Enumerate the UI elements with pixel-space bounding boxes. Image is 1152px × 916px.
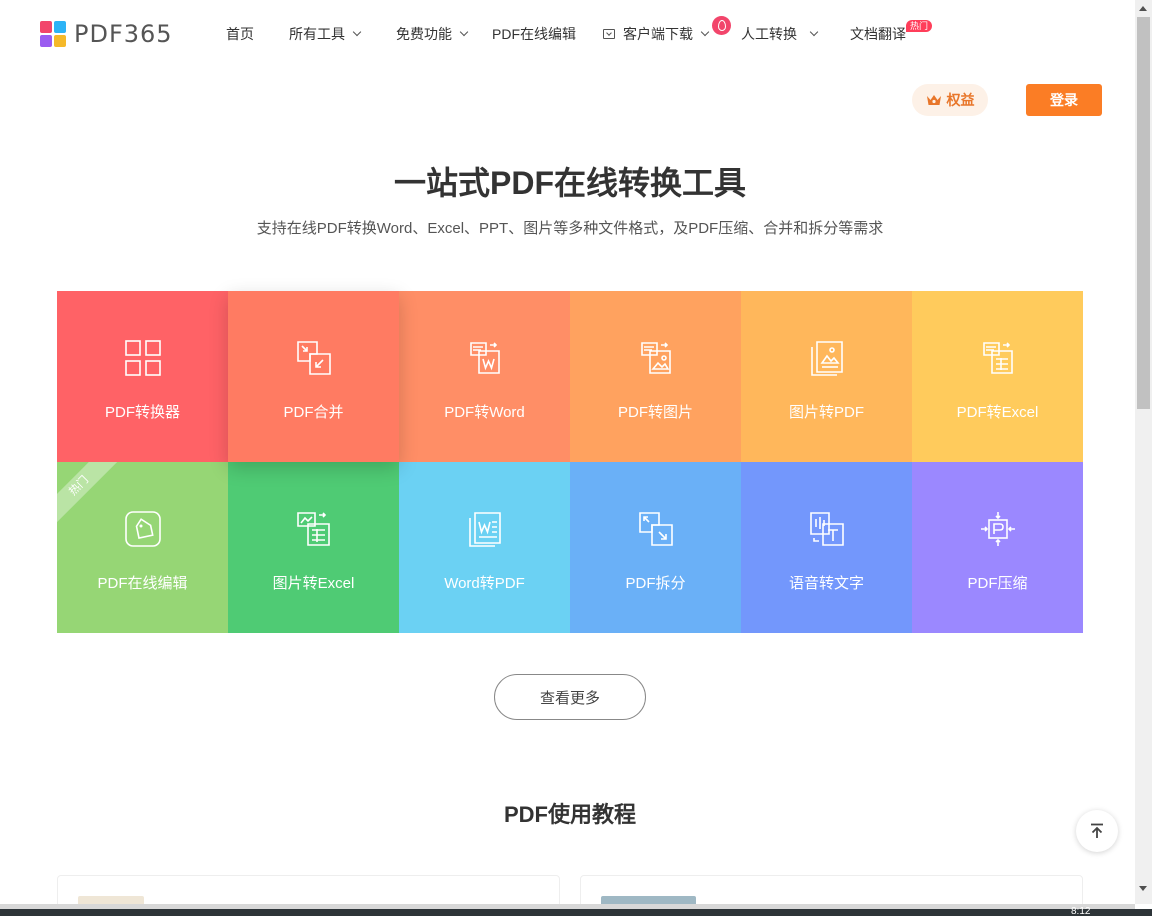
image-to-pdf-icon <box>808 339 846 377</box>
tool-label: 语音转文字 <box>788 575 864 592</box>
login-button[interactable]: 登录 <box>1026 84 1102 116</box>
tutorial-card-thumbnail <box>601 896 696 904</box>
tool-card[interactable]: PDF转Excel <box>912 291 1083 462</box>
tool-card[interactable]: PDF压缩 <box>912 462 1083 633</box>
tool-card[interactable]: PDF转图片 <box>570 291 741 462</box>
header: PDF365 首页 所有工具 免费功能 PDF在线编辑 客户端下载 人工转换 文… <box>0 0 1135 66</box>
nav-pdf-online-edit-label: PDF在线编辑 <box>492 26 576 42</box>
scroll-down-arrow-icon[interactable] <box>1139 886 1147 891</box>
arrow-up-icon <box>1091 823 1103 838</box>
pdf-to-image-icon <box>637 339 675 377</box>
tool-label: PDF拆分 <box>625 575 686 592</box>
tool-label: PDF转Excel <box>956 404 1039 421</box>
tool-label: PDF合并 <box>283 404 344 421</box>
tool-card[interactable]: PDF转Word <box>399 291 570 462</box>
merge-icon <box>295 339 333 377</box>
edit-icon <box>124 510 162 548</box>
nav-doc-translation-label: 文档翻译 <box>850 26 906 42</box>
main-nav: 首页 所有工具 免费功能 PDF在线编辑 客户端下载 人工转换 文档翻译 热门 <box>0 0 1135 66</box>
chevron-down-icon <box>352 27 362 37</box>
tool-label: PDF压缩 <box>967 575 1028 592</box>
tool-card[interactable]: 图片转PDF <box>741 291 912 462</box>
chevron-down-icon <box>809 27 819 37</box>
pdf-to-word-icon <box>466 339 504 377</box>
tool-card[interactable]: 图片转Excel <box>228 462 399 633</box>
back-to-top-button[interactable] <box>1076 810 1118 852</box>
rights-label: 权益 <box>946 92 975 108</box>
hot-ribbon: 热门 <box>57 462 122 529</box>
nav-free-features-label: 免费功能 <box>396 26 452 42</box>
image-to-excel-icon <box>295 510 333 548</box>
tutorial-card[interactable] <box>57 875 560 904</box>
tool-label: 图片转Excel <box>272 575 355 592</box>
taskbar-clock: 8:12 <box>1071 906 1091 916</box>
nav-client-download-label: 客户端下载 <box>623 26 693 42</box>
tool-card[interactable]: Word转PDF <box>399 462 570 633</box>
nav-all-tools[interactable]: 所有工具 <box>289 24 362 44</box>
split-icon <box>637 510 675 548</box>
tool-card[interactable]: PDF转换器 <box>57 291 228 462</box>
scrollbar-thumb[interactable] <box>1137 17 1150 409</box>
view-more-button[interactable]: 查看更多 <box>494 674 646 720</box>
taskbar <box>0 909 1152 916</box>
word-to-pdf-icon <box>466 510 504 548</box>
grid-icon <box>124 339 162 377</box>
tutorial-title: PDF使用教程 <box>503 802 636 827</box>
chevron-down-icon <box>700 27 710 37</box>
tool-label: 图片转PDF <box>788 404 864 421</box>
nav-manual-conversion[interactable]: 人工转换 <box>741 24 819 44</box>
tool-label: PDF转Word <box>444 404 525 421</box>
crown-icon <box>926 94 942 106</box>
nav-manual-conversion-label: 人工转换 <box>741 26 797 42</box>
chevron-down-icon <box>459 27 469 37</box>
nav-doc-translation[interactable]: 文档翻译 <box>850 24 906 44</box>
tutorial-card[interactable] <box>580 875 1083 904</box>
tutorial-card-thumbnail <box>78 896 144 904</box>
scroll-up-arrow-icon[interactable] <box>1139 6 1147 11</box>
nav-home-label: 首页 <box>226 26 254 42</box>
tool-card[interactable]: PDF在线编辑 热门 <box>57 462 228 633</box>
nav-pdf-online-edit[interactable]: PDF在线编辑 <box>492 24 576 44</box>
hero-title: 一站式PDF在线转换工具 <box>393 165 746 201</box>
tool-label: Word转PDF <box>444 575 525 592</box>
nav-all-tools-label: 所有工具 <box>289 26 345 42</box>
rights-button[interactable]: 权益 <box>912 84 988 116</box>
nav-free-features[interactable]: 免费功能 <box>396 24 469 44</box>
nav-home[interactable]: 首页 <box>226 24 254 44</box>
tool-card[interactable]: PDF合并 <box>228 291 399 462</box>
compress-icon <box>979 510 1017 548</box>
hot-badge: 热门 <box>906 20 933 32</box>
download-monitor-icon <box>603 29 615 39</box>
fire-icon <box>712 16 731 35</box>
tool-label: PDF在线编辑 <box>97 575 188 592</box>
pdf-to-excel-icon <box>979 339 1017 377</box>
tool-label: PDF转换器 <box>104 404 180 421</box>
hero-subtitle: 支持在线PDF转换Word、Excel、PPT、图片等多种文件格式，及PDF压缩… <box>256 220 884 237</box>
page: PDF365 首页 所有工具 免费功能 PDF在线编辑 客户端下载 人工转换 文… <box>0 0 1135 904</box>
tool-card[interactable]: 语音转文字 <box>741 462 912 633</box>
tool-card[interactable]: PDF拆分 <box>570 462 741 633</box>
nav-client-download[interactable]: 客户端下载 <box>603 24 710 44</box>
tool-label: PDF转图片 <box>617 404 693 421</box>
vertical-scrollbar[interactable] <box>1135 0 1152 904</box>
tool-grid: PDF转换器 PDF合并 PDF转Word PDF转图片 图片转PDF PDF转Excel… <box>57 291 1083 633</box>
speech-to-text-icon <box>808 510 846 548</box>
